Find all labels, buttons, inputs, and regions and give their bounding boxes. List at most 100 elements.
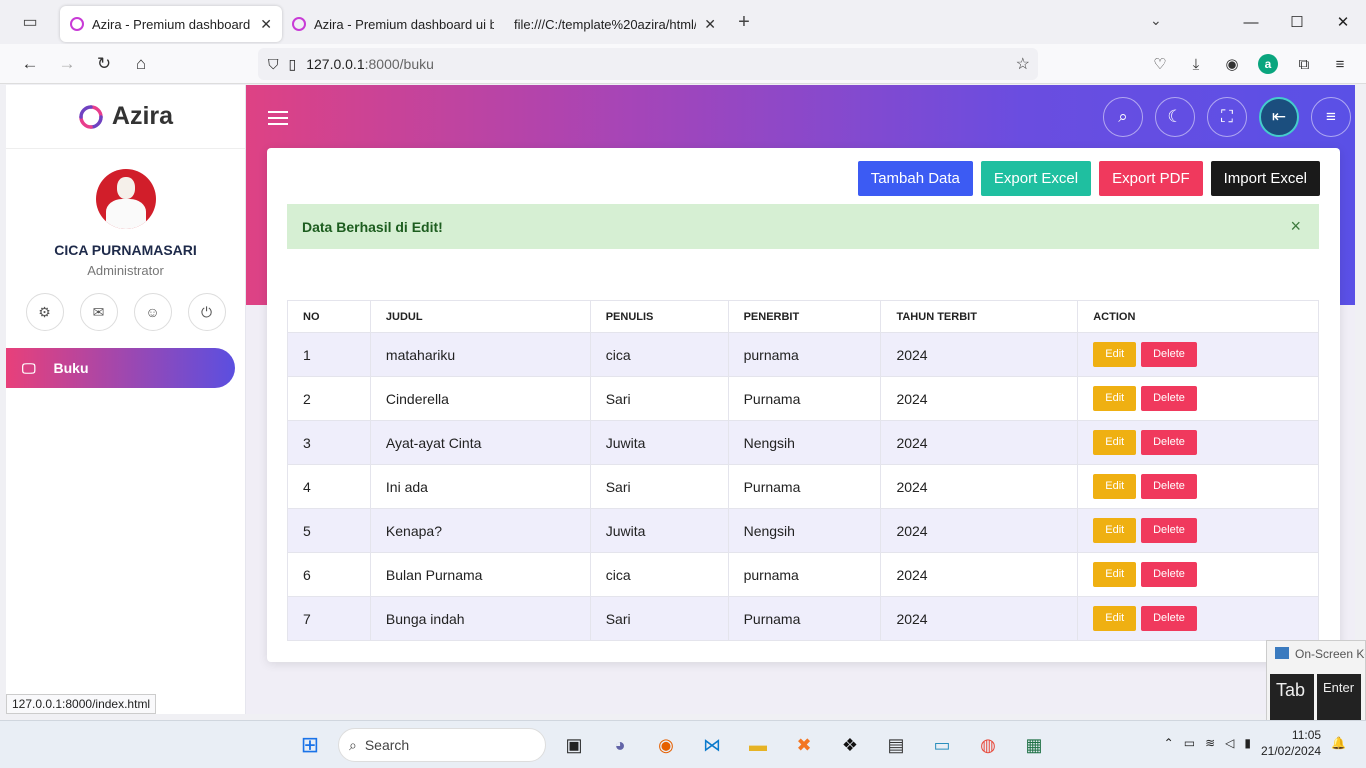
mail-icon[interactable]: ✉ bbox=[79, 293, 118, 331]
new-tab-icon[interactable]: + bbox=[726, 4, 762, 40]
url-host: 127.0.0.1 bbox=[306, 56, 365, 72]
maximize-icon[interactable]: ☐ bbox=[1274, 0, 1320, 44]
import-excel-button[interactable]: Import Excel bbox=[1210, 161, 1320, 196]
address-bar[interactable]: ⛉ ▯ 127.0.0.1:8000/buku ☆ bbox=[258, 48, 1038, 80]
fullscreen-icon[interactable]: ⛶ bbox=[1207, 97, 1247, 137]
file-explorer-icon[interactable]: ▬ bbox=[740, 727, 776, 763]
export-excel-button[interactable]: Export Excel bbox=[980, 161, 1092, 196]
browser-tab-2[interactable]: Azira - Premium dashboard ui b bbox=[282, 6, 504, 42]
volume-icon[interactable]: ◁ bbox=[1225, 736, 1234, 750]
delete-button[interactable]: Delete bbox=[1141, 562, 1197, 587]
cell-action: Edit Delete bbox=[1077, 552, 1319, 597]
brand[interactable]: Azira bbox=[6, 85, 245, 149]
battery-icon[interactable]: ▮ bbox=[1244, 736, 1251, 750]
hamburger-icon[interactable] bbox=[268, 107, 288, 129]
extensions-icon[interactable]: ⧉ bbox=[1288, 48, 1320, 80]
cell-no: 5 bbox=[287, 508, 371, 553]
delete-button[interactable]: Delete bbox=[1141, 386, 1197, 411]
delete-button[interactable]: Delete bbox=[1141, 342, 1197, 367]
cell-judul: Ini ada bbox=[369, 464, 591, 509]
add-data-button[interactable]: Tambah Data bbox=[857, 161, 973, 196]
table-row: 6 Bulan Purnama cica purnama 2024 Edit D… bbox=[287, 552, 1319, 597]
shield-icon[interactable]: ⛉ bbox=[268, 56, 279, 73]
monitor-icon: 🖵 bbox=[22, 359, 36, 376]
cell-tahun: 2024 bbox=[880, 332, 1079, 377]
windows-start-icon[interactable]: ⊞ bbox=[292, 727, 328, 763]
vscode-icon[interactable]: ⋈ bbox=[694, 727, 730, 763]
edit-button[interactable]: Edit bbox=[1093, 342, 1137, 367]
keyboard-icon bbox=[1275, 647, 1289, 659]
avatar[interactable] bbox=[95, 169, 156, 229]
bookmark-star-icon[interactable]: ☆ bbox=[1016, 54, 1030, 74]
close-tab-icon[interactable]: ✕ bbox=[704, 16, 716, 33]
cell-judul: Bunga indah bbox=[369, 596, 591, 641]
pocket-icon[interactable]: ♡ bbox=[1144, 48, 1176, 80]
cell-penerbit: purnama bbox=[727, 332, 882, 377]
browser-nav-bar: ← → ↻ ⌂ ⛉ ▯ 127.0.0.1:8000/buku ☆ ♡ ⤓ ◉ … bbox=[0, 44, 1366, 84]
menu-icon[interactable]: ≡ bbox=[1311, 97, 1351, 137]
clock[interactable]: 11:05 21/02/2024 bbox=[1261, 727, 1321, 759]
moon-icon[interactable]: ☾ bbox=[1155, 97, 1195, 137]
menu-icon[interactable]: ≡ bbox=[1324, 48, 1356, 80]
display-icon[interactable]: ▭ bbox=[1184, 736, 1195, 750]
tab-key[interactable]: Tab bbox=[1270, 674, 1314, 722]
gear-icon[interactable]: ⚙ bbox=[25, 293, 64, 331]
cell-penulis: Sari bbox=[589, 376, 729, 421]
delete-button[interactable]: Delete bbox=[1141, 606, 1197, 631]
taskbar-search[interactable]: ⌕ Search bbox=[338, 728, 546, 762]
home-icon[interactable]: ⌂ bbox=[123, 46, 159, 82]
extension-account-icon[interactable]: a bbox=[1258, 54, 1278, 74]
chat-icon[interactable]: ◕ bbox=[602, 727, 638, 763]
data-card: Tambah Data Export Excel Export PDF Impo… bbox=[267, 148, 1340, 662]
edit-button[interactable]: Edit bbox=[1093, 562, 1137, 587]
taskbar-items: ⊞ ⌕ Search ▣ ◕ ◉ ⋈ ▬ ✖ ❖ ▤ ▭ ◍ ▦ bbox=[292, 727, 1052, 763]
enter-key[interactable]: Enter bbox=[1317, 674, 1361, 722]
delete-button[interactable]: Delete bbox=[1141, 430, 1197, 455]
back-icon[interactable]: ← bbox=[12, 46, 48, 82]
cell-no: 7 bbox=[287, 596, 371, 641]
logout-icon[interactable]: ⇤ bbox=[1259, 97, 1299, 137]
export-pdf-button[interactable]: Export PDF bbox=[1099, 161, 1203, 196]
excel-icon[interactable]: ▦ bbox=[1016, 727, 1052, 763]
forward-icon[interactable]: → bbox=[49, 46, 85, 82]
cell-tahun: 2024 bbox=[880, 420, 1079, 465]
edit-button[interactable]: Edit bbox=[1093, 606, 1137, 631]
azira-logo-icon bbox=[79, 104, 103, 129]
minimize-icon[interactable]: — bbox=[1228, 0, 1274, 44]
account-icon[interactable]: ◉ bbox=[1216, 48, 1248, 80]
delete-button[interactable]: Delete bbox=[1141, 518, 1197, 543]
firefox-icon[interactable]: ◉ bbox=[648, 727, 684, 763]
browser-toolbar-right: ♡ ⤓ ◉ a ⧉ ≡ bbox=[1144, 48, 1356, 80]
notification-icon[interactable]: 🔔 bbox=[1331, 736, 1346, 750]
close-window-icon[interactable]: ✕ bbox=[1320, 0, 1366, 44]
close-tab-icon[interactable]: ✕ bbox=[260, 16, 272, 33]
action-buttons: Tambah Data Export Excel Export PDF Impo… bbox=[857, 161, 1320, 196]
delete-button[interactable]: Delete bbox=[1141, 474, 1197, 499]
tab-list-icon[interactable]: ▭ bbox=[0, 0, 60, 44]
reload-icon[interactable]: ↻ bbox=[86, 46, 122, 82]
chevron-up-icon[interactable]: ⌃ bbox=[1164, 736, 1174, 750]
edit-button[interactable]: Edit bbox=[1093, 386, 1137, 411]
download-icon[interactable]: ⤓ bbox=[1180, 48, 1212, 80]
user-icon[interactable]: ☺ bbox=[133, 293, 172, 331]
dropbox-icon[interactable]: ❖ bbox=[832, 727, 868, 763]
chevron-down-icon[interactable]: ⌄ bbox=[1150, 12, 1162, 29]
browser-tab-3[interactable]: file:///C:/template%20azira/html/m ✕ bbox=[504, 6, 726, 42]
wifi-icon[interactable]: ≋ bbox=[1205, 736, 1215, 750]
edit-button[interactable]: Edit bbox=[1093, 474, 1137, 499]
monitor-app-icon[interactable]: ▭ bbox=[924, 727, 960, 763]
power-icon[interactable]: ⏻ bbox=[187, 293, 226, 331]
edit-button[interactable]: Edit bbox=[1093, 430, 1137, 455]
chrome-icon[interactable]: ◍ bbox=[970, 727, 1006, 763]
task-view-icon[interactable]: ▣ bbox=[556, 727, 592, 763]
cell-action: Edit Delete bbox=[1077, 332, 1319, 377]
books-table: NO JUDUL PENULIS PENERBIT TAHUN TERBIT A… bbox=[287, 300, 1319, 641]
sidebar-item-buku[interactable]: 🖵 Buku bbox=[6, 348, 235, 388]
search-icon[interactable]: ⌕ bbox=[1103, 97, 1143, 137]
browser-tab-1[interactable]: Azira - Premium dashboard ui b ✕ bbox=[60, 6, 282, 42]
cell-penulis: cica bbox=[589, 332, 729, 377]
edit-button[interactable]: Edit bbox=[1093, 518, 1137, 543]
devcpp-icon[interactable]: ▤ bbox=[878, 727, 914, 763]
close-icon[interactable]: × bbox=[1290, 216, 1301, 237]
xampp-icon[interactable]: ✖ bbox=[786, 727, 822, 763]
